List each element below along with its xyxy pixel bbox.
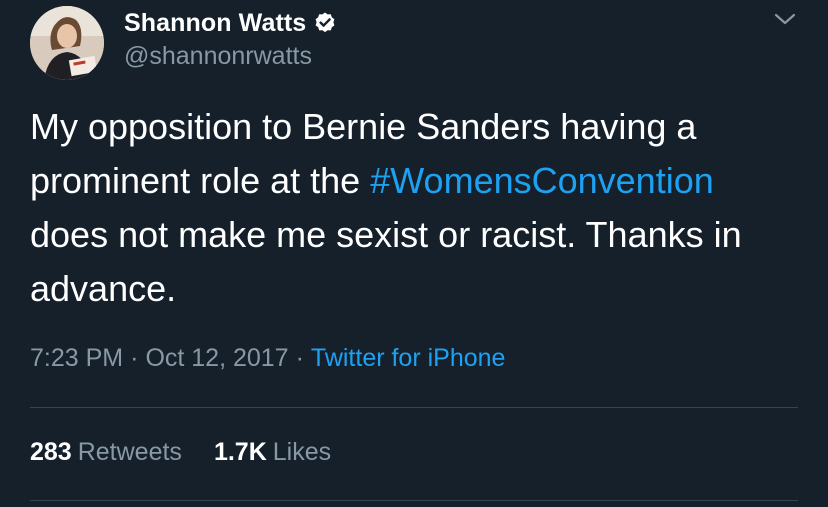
author-handle[interactable]: @shannonrwatts (124, 42, 337, 71)
retweets-count: 283 (30, 438, 72, 466)
retweets-label: Retweets (77, 438, 182, 466)
divider (30, 500, 798, 501)
author-block: Shannon Watts @shannonrwatts (124, 8, 337, 71)
tweet-text-after: does not make me sexist or racist. Thank… (30, 214, 742, 309)
likes-stat[interactable]: 1.7K Likes (214, 438, 331, 466)
tweet-card: Shannon Watts @shannonrwatts My oppositi… (0, 0, 828, 507)
tweet-meta: 7:23 PM · Oct 12, 2017 · Twitter for iPhone (30, 344, 505, 373)
retweets-stat[interactable]: 283 Retweets (30, 438, 182, 466)
divider (30, 407, 798, 408)
avatar-image (30, 6, 104, 80)
meta-separator: · (130, 344, 139, 372)
hashtag-link[interactable]: #WomensConvention (370, 160, 714, 201)
likes-label: Likes (272, 438, 332, 466)
meta-separator: · (295, 344, 304, 372)
tweet-source-link[interactable]: Twitter for iPhone (311, 344, 506, 372)
author-display-name[interactable]: Shannon Watts (124, 9, 306, 38)
avatar[interactable] (30, 6, 104, 80)
tweet-date[interactable]: Oct 12, 2017 (145, 344, 288, 372)
chevron-down-icon[interactable] (772, 10, 798, 28)
verified-badge-icon (313, 11, 337, 35)
tweet-text: My opposition to Bernie Sanders having a… (30, 100, 800, 316)
likes-count: 1.7K (213, 438, 267, 466)
tweet-time[interactable]: 7:23 PM (30, 344, 123, 372)
author-name-row: Shannon Watts (124, 8, 337, 38)
tweet-stats: 283 Retweets 1.7K Likes (30, 438, 331, 467)
